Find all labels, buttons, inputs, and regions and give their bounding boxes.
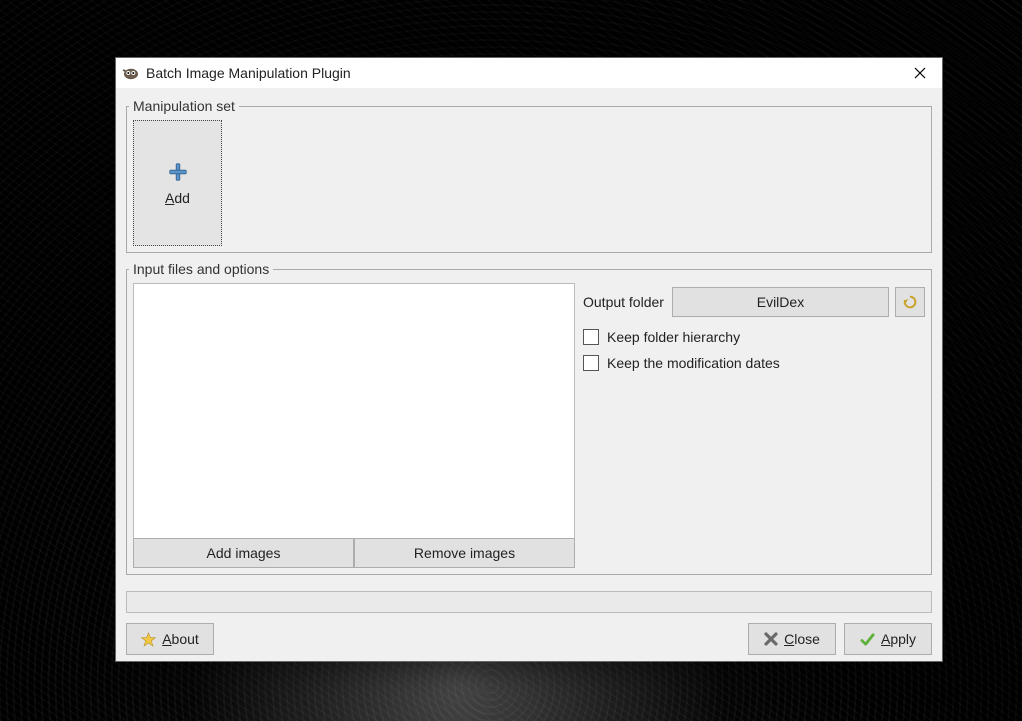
input-files-group: Input files and options Add images Remov…	[126, 261, 932, 575]
window-title: Batch Image Manipulation Plugin	[146, 65, 898, 81]
remove-images-button[interactable]: Remove images	[354, 538, 575, 568]
about-label: About	[162, 631, 199, 647]
title-bar: Batch Image Manipulation Plugin	[116, 58, 942, 88]
close-button[interactable]: Close	[748, 623, 836, 655]
add-manipulation-button[interactable]: Add	[133, 120, 222, 246]
add-manipulation-label: Add	[165, 190, 190, 206]
input-left-column: Add images Remove images	[133, 283, 575, 568]
check-icon	[860, 632, 875, 647]
gimp-icon	[122, 64, 140, 82]
apply-button[interactable]: Apply	[844, 623, 932, 655]
input-file-list[interactable]	[133, 283, 575, 538]
checkbox-icon	[583, 329, 599, 345]
close-label: Close	[784, 631, 820, 647]
manipulation-legend: Manipulation set	[129, 98, 239, 114]
window-close-button[interactable]	[898, 58, 942, 88]
input-right-column: Output folder EvilDex Keep folder hierar…	[583, 283, 925, 568]
dialog-window: Batch Image Manipulation Plugin Manipula…	[115, 57, 943, 662]
keep-dates-label: Keep the modification dates	[607, 355, 780, 371]
input-legend: Input files and options	[129, 261, 273, 277]
cancel-icon	[764, 632, 778, 646]
reset-output-button[interactable]	[895, 287, 925, 317]
dialog-body: Manipulation set Add Input files and opt…	[116, 88, 942, 661]
about-button[interactable]: About	[126, 623, 214, 655]
close-icon	[914, 67, 926, 79]
apply-label: Apply	[881, 631, 916, 647]
keep-dates-checkbox[interactable]: Keep the modification dates	[583, 355, 925, 371]
keep-hierarchy-label: Keep folder hierarchy	[607, 329, 740, 345]
output-folder-button[interactable]: EvilDex	[672, 287, 889, 317]
dialog-footer: About Close Apply	[126, 613, 932, 655]
output-folder-label: Output folder	[583, 294, 664, 310]
plus-icon	[167, 161, 189, 186]
checkbox-icon	[583, 355, 599, 371]
revert-icon	[902, 294, 918, 310]
keep-hierarchy-checkbox[interactable]: Keep folder hierarchy	[583, 329, 925, 345]
status-bar	[126, 591, 932, 613]
star-icon	[141, 632, 156, 647]
manipulation-set-group: Manipulation set Add	[126, 98, 932, 253]
add-images-button[interactable]: Add images	[133, 538, 354, 568]
